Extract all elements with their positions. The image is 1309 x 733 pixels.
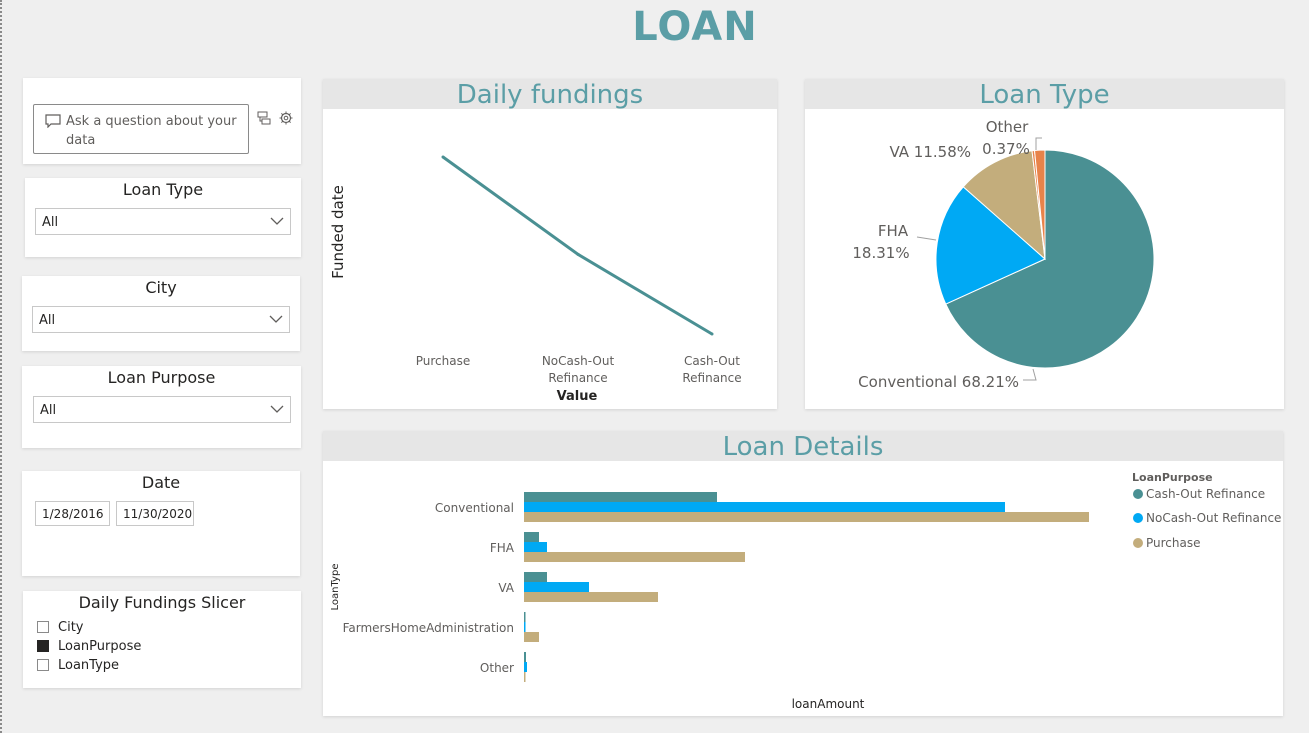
bar [524, 572, 547, 582]
leader-fha [916, 236, 937, 241]
daily-fundings-title: Daily fundings [323, 79, 777, 110]
canvas-edge [0, 0, 2, 733]
loan-type-value: All [42, 215, 59, 230]
loan-details-chart: Conventional FHA VA FarmersHomeAdministrati… [330, 471, 1281, 711]
leader-other [1035, 137, 1042, 150]
x-tick-label: Cash-Out [684, 354, 740, 368]
daily-fundings-visual: Daily fundings Purchase NoCash-Out Refinan… [323, 79, 777, 409]
bar [524, 492, 717, 502]
bar [524, 542, 547, 552]
chat-icon [45, 114, 61, 128]
loan-type-title: Loan Type [805, 79, 1284, 110]
legend-marker [1133, 513, 1143, 523]
line-point [576, 252, 580, 256]
bar [524, 672, 526, 682]
loan-details-title: Loan Details [323, 431, 1283, 462]
slicer-loan-type-title: Loan Type [122, 180, 204, 199]
y-tick-label: FarmersHomeAdministration [343, 621, 514, 635]
qa-input[interactable]: Ask a question about your data [33, 104, 249, 154]
page-title: LOAN [632, 4, 758, 50]
legend-label: NoCash-Out Refinance [1146, 511, 1281, 525]
bar [524, 592, 658, 602]
y-tick-label: FHA [490, 541, 515, 555]
pie-label-fha-pct: 18.31% [852, 244, 909, 262]
y-axis-title: Funded date [329, 185, 347, 279]
daily-fundings-chart: Purchase NoCash-Out Refinance Cash-Out Refin… [329, 155, 742, 404]
chevron-down-icon [270, 217, 284, 225]
date-end-input[interactable]: 11/30/2020 [116, 501, 194, 526]
legend-label: Purchase [1146, 536, 1201, 550]
slicer-city-title: City [145, 278, 177, 297]
option-city-label: City [58, 620, 84, 635]
x-axis-title: Value [557, 389, 598, 404]
date-start-input[interactable]: 1/28/2016 [35, 501, 110, 526]
slicer-loan-purpose-title: Loan Purpose [107, 368, 216, 387]
slicer-loan-purpose: Loan Purpose All [22, 366, 301, 448]
option-loantype-label: LoanType [58, 658, 120, 673]
gear-icon[interactable] [279, 111, 293, 125]
chevron-down-icon [269, 315, 283, 323]
line-point [710, 332, 714, 336]
line-series [442, 155, 713, 336]
slicer-daily-fundings-title: Daily Fundings Slicer [78, 593, 246, 612]
option-city[interactable]: City [37, 619, 83, 636]
legend-label: Cash-Out Refinance [1146, 487, 1265, 501]
loan-purpose-value: All [40, 403, 57, 418]
loan-purpose-dropdown[interactable]: All [33, 396, 291, 423]
option-loanpurpose[interactable]: LoanPurpose [37, 638, 141, 655]
legend-title: LoanPurpose [1132, 471, 1213, 484]
x-axis-title: loanAmount [792, 697, 865, 711]
x-tick-label: Refinance [682, 371, 741, 385]
slicer-city: City All [22, 276, 300, 351]
checkbox-city[interactable] [37, 621, 49, 633]
option-loantype[interactable]: LoanType [37, 657, 119, 674]
checkbox-loanpurpose[interactable] [37, 640, 49, 652]
x-tick-label: NoCash-Out [542, 354, 615, 368]
pie-label-other: Other [986, 118, 1029, 136]
slicer-loan-type: Loan Type All [25, 178, 301, 257]
legend-marker [1133, 489, 1143, 499]
y-tick-label: VA [498, 581, 514, 595]
hierarchy-icon[interactable] [257, 111, 271, 125]
option-loanpurpose-label: LoanPurpose [58, 639, 142, 654]
slicer-date: Date 1/28/2016 11/30/2020 [22, 471, 300, 576]
bar [524, 582, 589, 592]
x-tick-label: Refinance [548, 371, 607, 385]
bar [524, 662, 527, 672]
y-tick-label: Other [480, 661, 514, 675]
bar [524, 502, 1005, 512]
slicer-date-title: Date [141, 473, 181, 492]
loan-type-dropdown[interactable]: All [35, 208, 291, 235]
city-dropdown[interactable]: All [32, 306, 290, 333]
pie-label-va: VA 11.58% [889, 143, 971, 161]
city-value: All [39, 313, 56, 328]
bar [524, 512, 1089, 522]
leader-conventional [1023, 368, 1037, 381]
loan-type-visual: Loan Type Conventional 68.21% FHA 18.31% VA… [805, 79, 1284, 409]
pie-label-other-pct: 0.37% [982, 140, 1030, 158]
bar [524, 622, 526, 632]
checkbox-loantype[interactable] [37, 659, 49, 671]
bar [524, 652, 526, 662]
qa-placeholder: Ask a question about your data [66, 114, 237, 148]
y-axis-title: LoanType [330, 564, 341, 611]
x-tick-label: Purchase [416, 354, 471, 368]
loan-type-pie: Conventional 68.21% FHA 18.31% VA 11.58% Oth… [852, 118, 1155, 391]
chevron-down-icon [270, 405, 284, 413]
bar [524, 532, 539, 542]
y-tick-label: Conventional [435, 501, 514, 515]
loan-details-visual: Loan Details Conventional FHA VA FarmersHom… [323, 431, 1283, 716]
legend-marker [1133, 538, 1143, 548]
bar [524, 632, 539, 642]
bar [524, 552, 745, 562]
qa-visual: Ask a question about your data [23, 78, 301, 164]
line-point [441, 155, 445, 159]
pie-label-fha: FHA [878, 222, 909, 240]
bar [524, 612, 526, 622]
slicer-daily-fundings: Daily Fundings Slicer City LoanPurpose L… [23, 591, 301, 688]
pie-label-conventional: Conventional 68.21% [858, 373, 1019, 391]
